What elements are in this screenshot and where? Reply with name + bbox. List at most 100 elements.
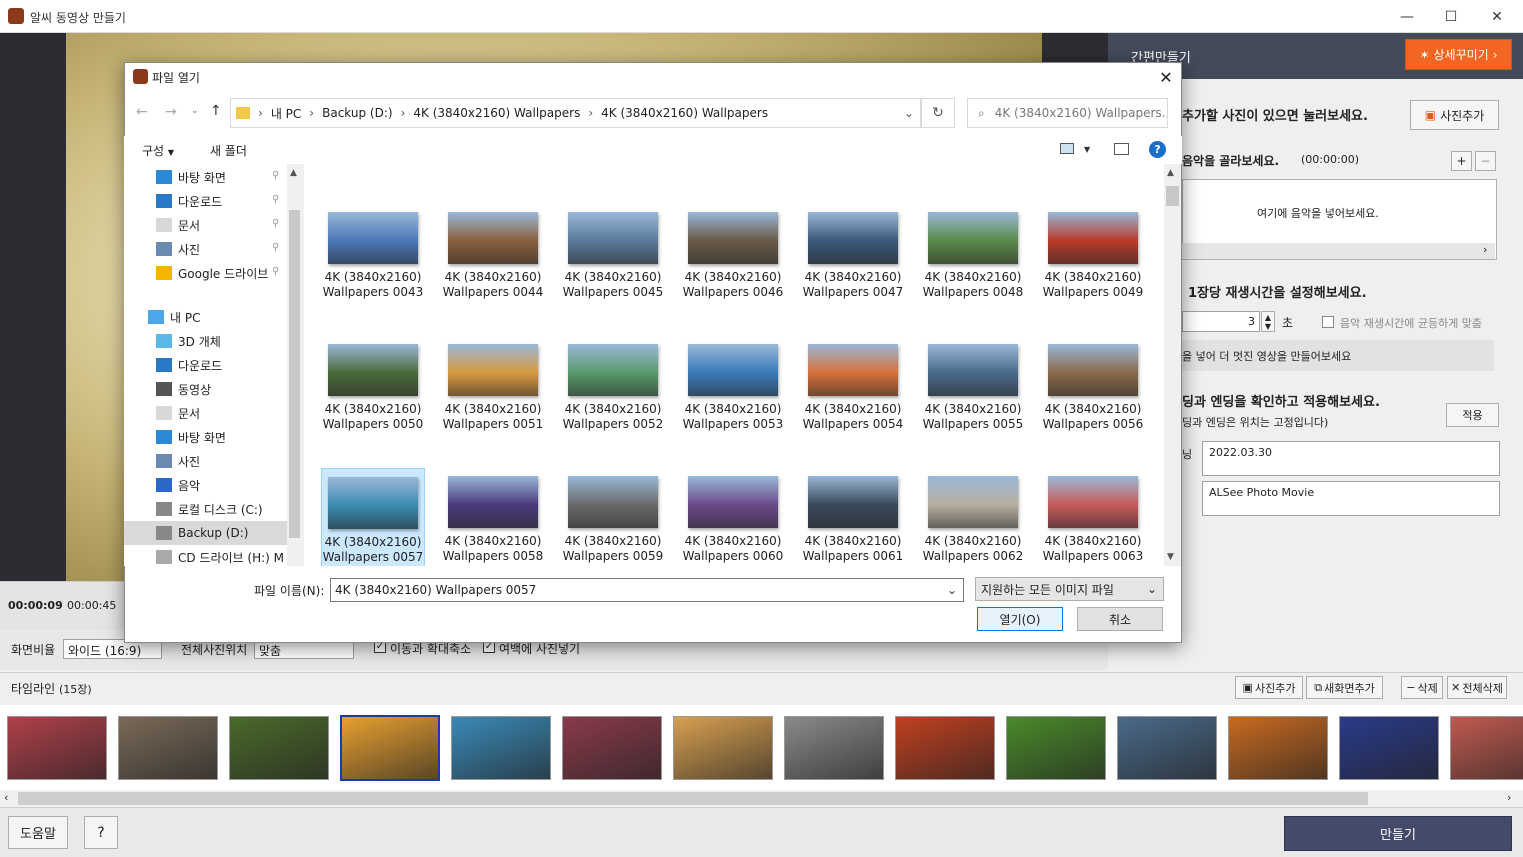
view-dropdown-icon[interactable]: ▼	[1084, 145, 1090, 154]
scroll-left-icon[interactable]: ‹	[4, 791, 8, 804]
file-item[interactable]: 4K (3840x2160) Wallpapers 0061	[801, 468, 905, 566]
make-button[interactable]: 만들기	[1284, 816, 1512, 851]
opening-text-input[interactable]: 2022.03.30	[1202, 441, 1500, 476]
timeline-thumbnail[interactable]	[229, 716, 329, 780]
file-scrollbar[interactable]	[1164, 164, 1181, 566]
nav-item[interactable]: 음악	[156, 473, 200, 497]
scroll-up-icon[interactable]: ▲	[1167, 168, 1174, 178]
music-scrollbar[interactable]	[1182, 243, 1495, 259]
up-arrow-icon[interactable]: ↑	[210, 103, 222, 119]
file-item[interactable]: 4K (3840x2160) Wallpapers 0048	[921, 204, 1025, 332]
preview-pane-icon[interactable]	[1114, 143, 1129, 155]
nav-item[interactable]: 문서	[156, 401, 200, 425]
timeline-thumbnail[interactable]	[895, 716, 995, 780]
add-music-button[interactable]: +	[1451, 151, 1472, 171]
nav-item[interactable]: 내 PC	[148, 305, 200, 329]
file-scroll-thumb[interactable]	[1166, 186, 1179, 206]
timeline-thumbnail[interactable]	[118, 716, 218, 780]
nav-item[interactable]: Google 드라이브	[156, 261, 268, 285]
nav-item[interactable]: Backup (D:)	[124, 521, 287, 545]
file-item[interactable]: 4K (3840x2160) Wallpapers 0063	[1041, 468, 1145, 566]
pin-icon[interactable]: ⚲	[272, 194, 279, 205]
file-item[interactable]: 4K (3840x2160) Wallpapers 0052	[561, 336, 665, 464]
file-item[interactable]: 4K (3840x2160) Wallpapers 0047	[801, 204, 905, 332]
nav-item[interactable]: 다운로드	[156, 189, 222, 213]
timeline-thumbnail[interactable]	[1006, 716, 1106, 780]
breadcrumb-pc[interactable]: 내 PC	[271, 105, 301, 122]
timeline-thumbnail[interactable]	[1117, 716, 1217, 780]
maximize-button[interactable]: ☐	[1428, 0, 1474, 33]
delete-all-button[interactable]: ✕ 전체삭제	[1447, 676, 1507, 699]
nav-item[interactable]: 바탕 화면	[156, 165, 226, 189]
file-item[interactable]: 4K (3840x2160) Wallpapers 0057	[321, 468, 425, 566]
file-item[interactable]: 4K (3840x2160) Wallpapers 0045	[561, 204, 665, 332]
pin-icon[interactable]: ⚲	[272, 218, 279, 229]
recent-dropdown-icon[interactable]: ⌄	[191, 106, 199, 116]
search-input[interactable]: ⌕ 4K (3840x2160) Wallpapers...	[967, 98, 1168, 128]
minimize-button[interactable]: —	[1384, 0, 1430, 33]
apply-button[interactable]: 적용	[1446, 403, 1499, 427]
address-bar[interactable]: › 내 PC › Backup (D:) › 4K (3840x2160) Wa…	[230, 98, 921, 128]
nav-item[interactable]: 사진	[156, 449, 200, 473]
pin-icon[interactable]: ⚲	[272, 242, 279, 253]
refresh-button[interactable]: ↻	[921, 98, 955, 128]
timeline-thumbnail[interactable]	[340, 715, 440, 781]
pin-icon[interactable]: ⚲	[272, 266, 279, 277]
nav-item[interactable]: 로컬 디스크 (C:)	[156, 497, 263, 521]
chevron-down-icon[interactable]: ⌄	[947, 583, 957, 597]
file-item[interactable]: 4K (3840x2160) Wallpapers 0059	[561, 468, 665, 566]
timeline-thumbnail[interactable]	[1339, 716, 1439, 780]
open-button[interactable]: 열기(O)	[977, 607, 1063, 631]
nav-item[interactable]: 사진	[156, 237, 200, 261]
forward-arrow-icon[interactable]: →	[165, 104, 177, 120]
timeline-thumbnail[interactable]	[784, 716, 884, 780]
chevron-right-icon[interactable]: ›	[1483, 243, 1487, 256]
delete-button[interactable]: − 삭제	[1401, 676, 1443, 699]
breadcrumb-subfolder[interactable]: 4K (3840x2160) Wallpapers	[601, 106, 768, 120]
nav-item[interactable]: CD 드라이브 (H:) M	[156, 545, 284, 566]
timeline-thumbnail[interactable]	[451, 716, 551, 780]
breadcrumb-drive[interactable]: Backup (D:)	[322, 106, 392, 120]
help-icon[interactable]: ?	[1149, 141, 1166, 158]
breadcrumb-folder[interactable]: 4K (3840x2160) Wallpapers	[413, 106, 580, 120]
nav-item[interactable]: 동영상	[156, 377, 211, 401]
rp-add-photo-button[interactable]: ▣ 사진추가	[1410, 100, 1499, 130]
new-screen-button[interactable]: ⧉ 새화면추가	[1306, 676, 1383, 699]
file-item[interactable]: 4K (3840x2160) Wallpapers 0056	[1041, 336, 1145, 464]
timeline-scroll-thumb[interactable]	[18, 792, 1368, 805]
back-arrow-icon[interactable]: ←	[136, 104, 148, 120]
file-item[interactable]: 4K (3840x2160) Wallpapers 0058	[441, 468, 545, 566]
nav-item[interactable]: 문서	[156, 213, 200, 237]
detail-edit-button[interactable]: ✶ 상세꾸미기 ›	[1405, 39, 1512, 70]
nav-scroll-thumb[interactable]	[289, 210, 300, 538]
remove-music-button[interactable]: −	[1475, 151, 1496, 171]
file-item[interactable]: 4K (3840x2160) Wallpapers 0046	[681, 204, 785, 332]
filename-input[interactable]: 4K (3840x2160) Wallpapers 0057 ⌄	[330, 578, 964, 602]
close-button[interactable]: ✕	[1474, 0, 1520, 33]
file-item[interactable]: 4K (3840x2160) Wallpapers 0043	[321, 204, 425, 332]
cancel-button[interactable]: 취소	[1077, 607, 1163, 631]
address-dropdown-icon[interactable]: ⌄	[904, 106, 914, 120]
duration-stepper[interactable]: ▲ ▼	[1261, 311, 1275, 332]
dialog-close-button[interactable]: ✕	[1150, 62, 1182, 92]
organize-button[interactable]: 구성 ▼	[142, 142, 174, 159]
view-mode-icon[interactable]	[1060, 143, 1074, 154]
scroll-down-icon[interactable]: ▼	[1167, 552, 1174, 562]
pin-icon[interactable]: ⚲	[272, 170, 279, 181]
file-item[interactable]: 4K (3840x2160) Wallpapers 0053	[681, 336, 785, 464]
file-item[interactable]: 4K (3840x2160) Wallpapers 0050	[321, 336, 425, 464]
file-item[interactable]: 4K (3840x2160) Wallpapers 0055	[921, 336, 1025, 464]
file-item[interactable]: 4K (3840x2160) Wallpapers 0049	[1041, 204, 1145, 332]
duration-input[interactable]: 3	[1182, 311, 1260, 332]
timeline-thumbnail[interactable]	[562, 716, 662, 780]
file-item[interactable]: 4K (3840x2160) Wallpapers 0060	[681, 468, 785, 566]
scroll-up-icon[interactable]: ▲	[290, 168, 297, 178]
nav-item[interactable]: 다운로드	[156, 353, 222, 377]
filetype-select[interactable]: 지원하는 모든 이미지 파일 ⌄	[975, 577, 1164, 601]
help-button[interactable]: 도움말	[8, 816, 68, 849]
nav-item[interactable]: 3D 개체	[156, 329, 221, 353]
file-item[interactable]: 4K (3840x2160) Wallpapers 0051	[441, 336, 545, 464]
new-folder-button[interactable]: 새 폴더	[210, 142, 247, 159]
timeline-thumbnail[interactable]	[1450, 716, 1523, 780]
timeline-thumbnail[interactable]	[7, 716, 107, 780]
